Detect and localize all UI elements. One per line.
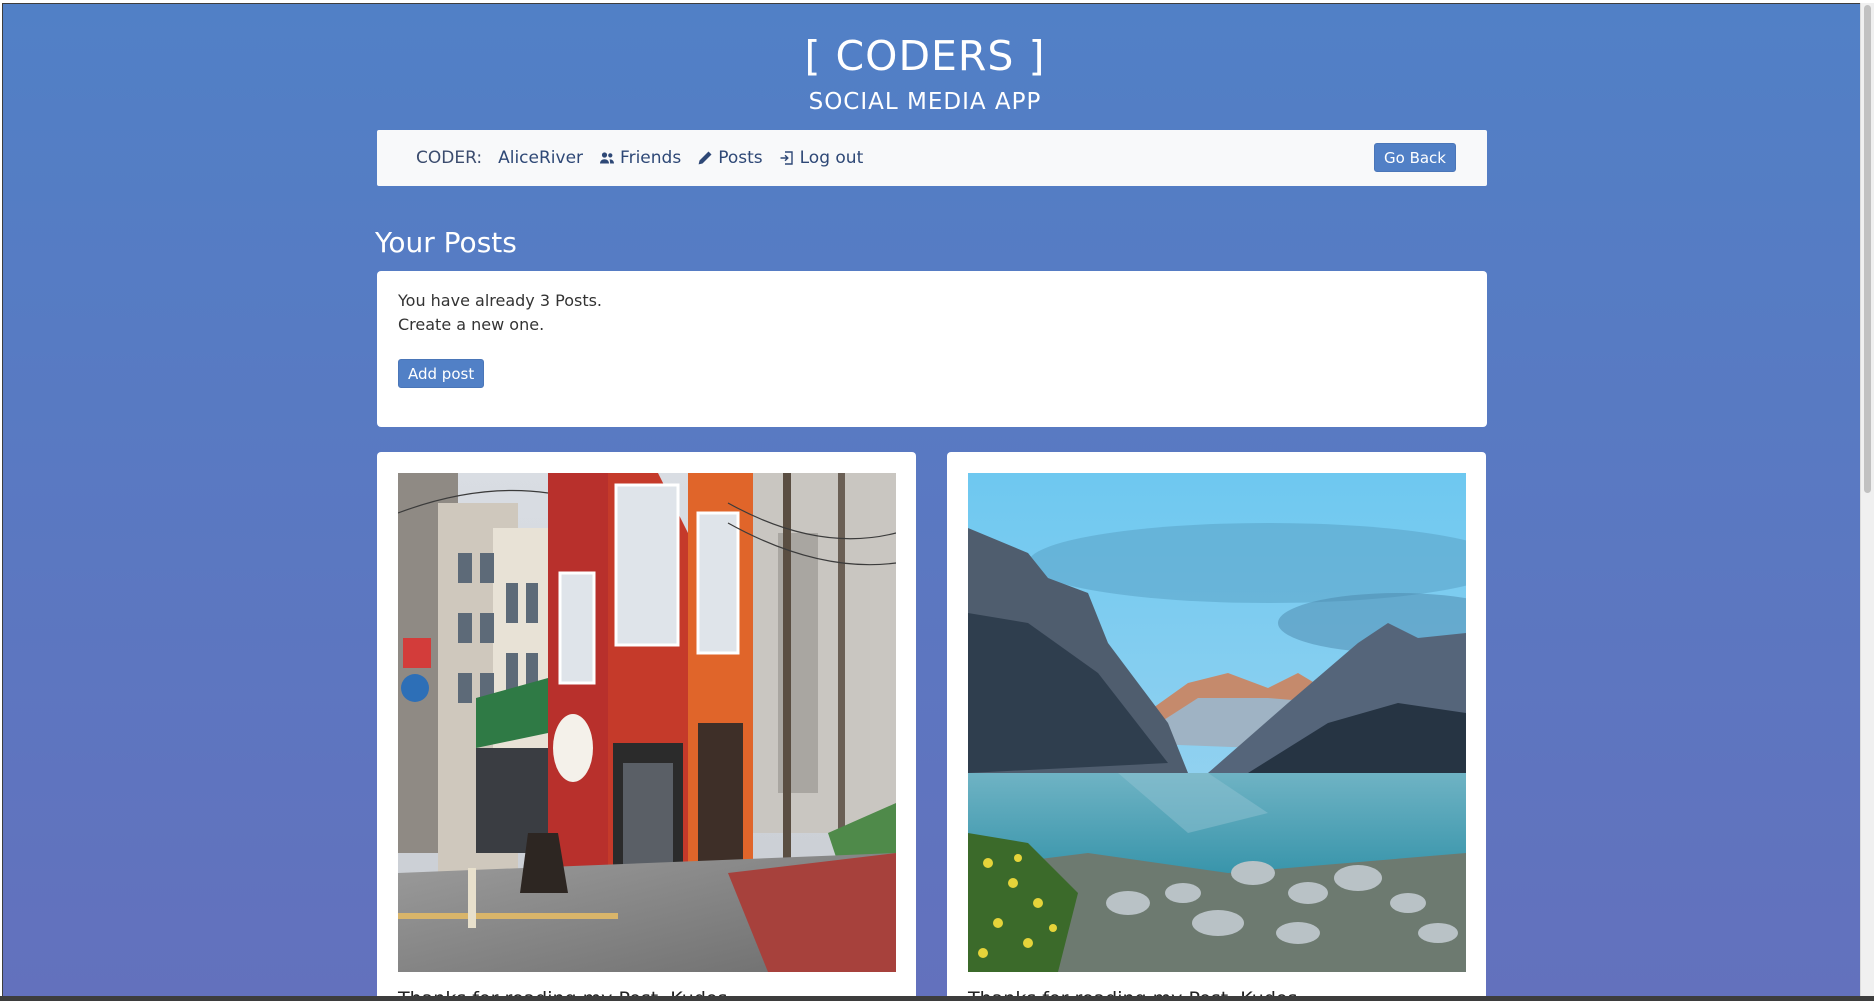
users-icon: [600, 152, 615, 164]
post-image: [968, 473, 1466, 972]
brand-subtitle: SOCIAL MEDIA APP: [808, 89, 1042, 115]
window-bottom-edge: [0, 996, 1874, 1001]
nav-friends-label: Friends: [620, 148, 682, 168]
nav-friends-link[interactable]: Friends: [599, 148, 681, 168]
brand-title: [ CODERS ]: [804, 32, 1046, 80]
post-image-lake: [968, 473, 1466, 972]
scrollbar-thumb[interactable]: [1864, 5, 1871, 493]
coder-label: CODER:: [416, 148, 483, 168]
post-image-street: [398, 473, 896, 972]
add-post-button[interactable]: Add post: [398, 359, 485, 388]
nav-posts-label: Posts: [718, 148, 763, 168]
app-viewport: [ CODERS ] SOCIAL MEDIA APP CODER: Alice…: [2, 3, 1862, 997]
sign-out-icon: [780, 151, 793, 165]
nav-posts-link[interactable]: Posts: [697, 148, 763, 168]
nav-logout-link[interactable]: Log out: [779, 148, 864, 168]
nav-username-label: AliceRiver: [498, 148, 584, 168]
page-title: Your Posts: [375, 226, 517, 259]
post-count-card: You have already 3 Posts. Create a new o…: [377, 271, 1487, 427]
post-image: [398, 473, 896, 972]
nav-username-link[interactable]: AliceRiver: [498, 148, 583, 168]
post-count-text: You have already 3 Posts.: [398, 291, 603, 310]
post-card: Thanks for reading my Post. Kudos: [377, 452, 916, 997]
go-back-button[interactable]: Go Back: [1374, 143, 1456, 172]
page-scrollbar[interactable]: [1860, 3, 1874, 996]
pencil-icon: [698, 151, 712, 165]
post-card: Thanks for reading my Post. Kudos: [947, 452, 1486, 997]
create-prompt-text: Create a new one.: [398, 315, 545, 334]
navbar: CODER: AliceRiver Friends Posts Log out …: [377, 130, 1487, 186]
nav-logout-label: Log out: [799, 148, 864, 168]
